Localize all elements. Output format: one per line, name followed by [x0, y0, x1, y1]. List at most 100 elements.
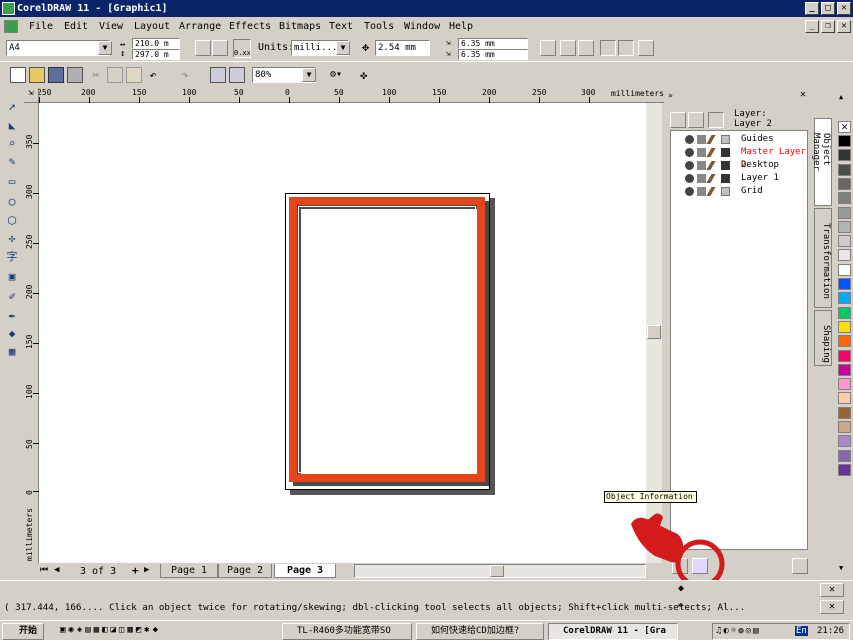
eyedropper-tool-icon[interactable]: ✐	[4, 289, 20, 305]
interactive-tool-icon[interactable]: ▣	[4, 269, 20, 285]
add-page-button[interactable]: +	[132, 564, 139, 577]
pencil-icon[interactable]	[706, 135, 716, 144]
taskbar-item-coreldraw[interactable]: CorelDRAW 11 - [Gra	[548, 623, 678, 640]
palette-swatch[interactable]	[838, 292, 851, 305]
zoom-tool-icon[interactable]: ⌕	[4, 136, 20, 152]
tab-page-3[interactable]: Page 3	[274, 564, 336, 578]
palette-swatch[interactable]	[838, 149, 851, 162]
delete-layer-icon[interactable]	[792, 558, 808, 574]
docker-collapse-icon[interactable]: »	[668, 91, 673, 100]
palette-swatch[interactable]	[838, 177, 851, 190]
paper-size-dropdown[interactable]: ▼	[98, 41, 112, 55]
pencil-icon[interactable]	[706, 174, 716, 183]
layer-row-layer-1[interactable]: Layer 1	[673, 172, 809, 185]
palette-swatch[interactable]	[838, 406, 851, 419]
rectangle-tool-icon[interactable]: ▭	[4, 174, 20, 190]
app-icon[interactable]	[2, 2, 15, 15]
tray-lang[interactable]: En	[795, 626, 808, 636]
paste-icon[interactable]	[126, 67, 142, 83]
layer-color-swatch[interactable]	[721, 148, 730, 157]
palette-swatch[interactable]	[838, 435, 851, 448]
menu-bitmaps[interactable]: Bitmaps	[279, 20, 321, 34]
page-width-field[interactable]: 210.0 m	[132, 38, 180, 49]
freehand-tool-icon[interactable]: ✎	[4, 154, 20, 170]
save-icon[interactable]	[48, 67, 64, 83]
palette-swatch[interactable]	[838, 392, 851, 405]
tab-transformation[interactable]: Transformation	[814, 208, 832, 308]
prev-page-button[interactable]: ◀	[54, 565, 59, 575]
layer-color-swatch[interactable]	[721, 161, 730, 170]
tab-page-1[interactable]: Page 1	[160, 564, 218, 578]
edit-across-layers-icon[interactable]	[688, 112, 704, 128]
scroll-thumb[interactable]	[647, 325, 661, 339]
taskbar-item-border-tutorial[interactable]: 如何快速给CD加边框?	[416, 623, 544, 640]
layer-name[interactable]: Guides	[741, 133, 774, 146]
outline-tool-icon[interactable]: ✒	[4, 308, 20, 324]
palette-swatch[interactable]	[838, 306, 851, 319]
layer-row-desktop[interactable]: Desktop	[673, 159, 809, 172]
portrait-icon[interactable]	[195, 40, 211, 56]
palette-swatch[interactable]	[838, 449, 851, 462]
snap-grid-icon[interactable]	[540, 40, 556, 56]
layer-name[interactable]: Grid	[741, 185, 763, 198]
printer-icon[interactable]	[697, 161, 706, 170]
palette-swatch[interactable]	[838, 335, 851, 348]
palette-swatch[interactable]	[838, 363, 851, 376]
docker-close-icon[interactable]: ✕	[800, 89, 806, 100]
close-button[interactable]: ✕	[837, 2, 851, 15]
layer-color-swatch[interactable]	[721, 174, 730, 183]
menu-text[interactable]: Text	[329, 20, 353, 34]
zoom-dropdown[interactable]: ▼	[302, 68, 316, 82]
layer-name[interactable]: Layer 1	[741, 172, 779, 185]
palette-swatch[interactable]	[838, 163, 851, 176]
eye-icon[interactable]	[685, 161, 694, 170]
menu-layout[interactable]: Layout	[134, 20, 170, 34]
cut-icon[interactable]: ✂	[88, 67, 104, 83]
layer-name[interactable]: Desktop	[741, 159, 779, 172]
new-icon[interactable]	[10, 67, 26, 83]
menu-help[interactable]: Help	[449, 20, 473, 34]
printer-icon[interactable]	[697, 135, 706, 144]
eye-icon[interactable]	[685, 187, 694, 196]
printer-icon[interactable]	[697, 148, 706, 157]
export-icon[interactable]	[229, 67, 245, 83]
page-layout-icon[interactable]: 0.xx	[233, 39, 251, 58]
quicklaunch-icons[interactable]: ▣◉◈▤▦◧◪◫▩◩✱◆	[60, 625, 161, 635]
pick-tool-icon[interactable]: ➚	[4, 100, 20, 116]
doc-icon[interactable]	[4, 20, 18, 33]
units-dropdown[interactable]: ▼	[336, 41, 350, 55]
horizontal-scrollbar[interactable]	[354, 564, 646, 578]
paper-size-select[interactable]: A4	[6, 40, 110, 56]
palette-swatch[interactable]	[838, 263, 851, 276]
maximize-button[interactable]: □	[821, 2, 835, 15]
printer-icon[interactable]	[697, 174, 706, 183]
fill-indicator-icon[interactable]: ◆	[678, 583, 684, 594]
ruler-corner[interactable]: ⇲	[24, 88, 39, 103]
layer-color-swatch[interactable]	[721, 135, 730, 144]
palette-swatch[interactable]	[838, 192, 851, 205]
nudge-field[interactable]: 2.54 mm	[375, 40, 430, 56]
eye-icon[interactable]	[685, 135, 694, 144]
layer-row-master-layer-2[interactable]: Master Layer 2	[673, 146, 809, 170]
layer-row-grid[interactable]: Grid	[673, 185, 809, 198]
show-properties-icon[interactable]	[670, 112, 686, 128]
landscape-icon[interactable]	[212, 40, 228, 56]
doc-close-button[interactable]: ✕	[837, 20, 851, 33]
menu-edit[interactable]: Edit	[64, 20, 88, 34]
layer-color-swatch[interactable]	[721, 187, 730, 196]
taskbar-item-router[interactable]: TL-R460多功能宽带SO	[282, 623, 412, 640]
palette-swatch[interactable]	[838, 206, 851, 219]
minimize-button[interactable]: _	[805, 2, 819, 15]
no-color-swatch[interactable]: ✕	[838, 121, 851, 133]
basic-shapes-icon[interactable]: ✣	[4, 231, 20, 247]
undo-icon[interactable]: ↶	[145, 67, 161, 83]
page-height-field[interactable]: 297.0 m	[132, 49, 180, 60]
menu-effects[interactable]: Effects	[229, 20, 271, 34]
palette-swatch[interactable]	[838, 378, 851, 391]
outline-none-indicator[interactable]: ✕	[820, 600, 844, 614]
outline-indicator-icon[interactable]: ✒	[678, 600, 684, 611]
layer-row-guides[interactable]: Guides	[673, 133, 809, 146]
fill-none-indicator[interactable]: ✕	[820, 583, 844, 597]
menu-file[interactable]: File	[29, 20, 53, 34]
palette-swatch[interactable]	[838, 135, 851, 147]
